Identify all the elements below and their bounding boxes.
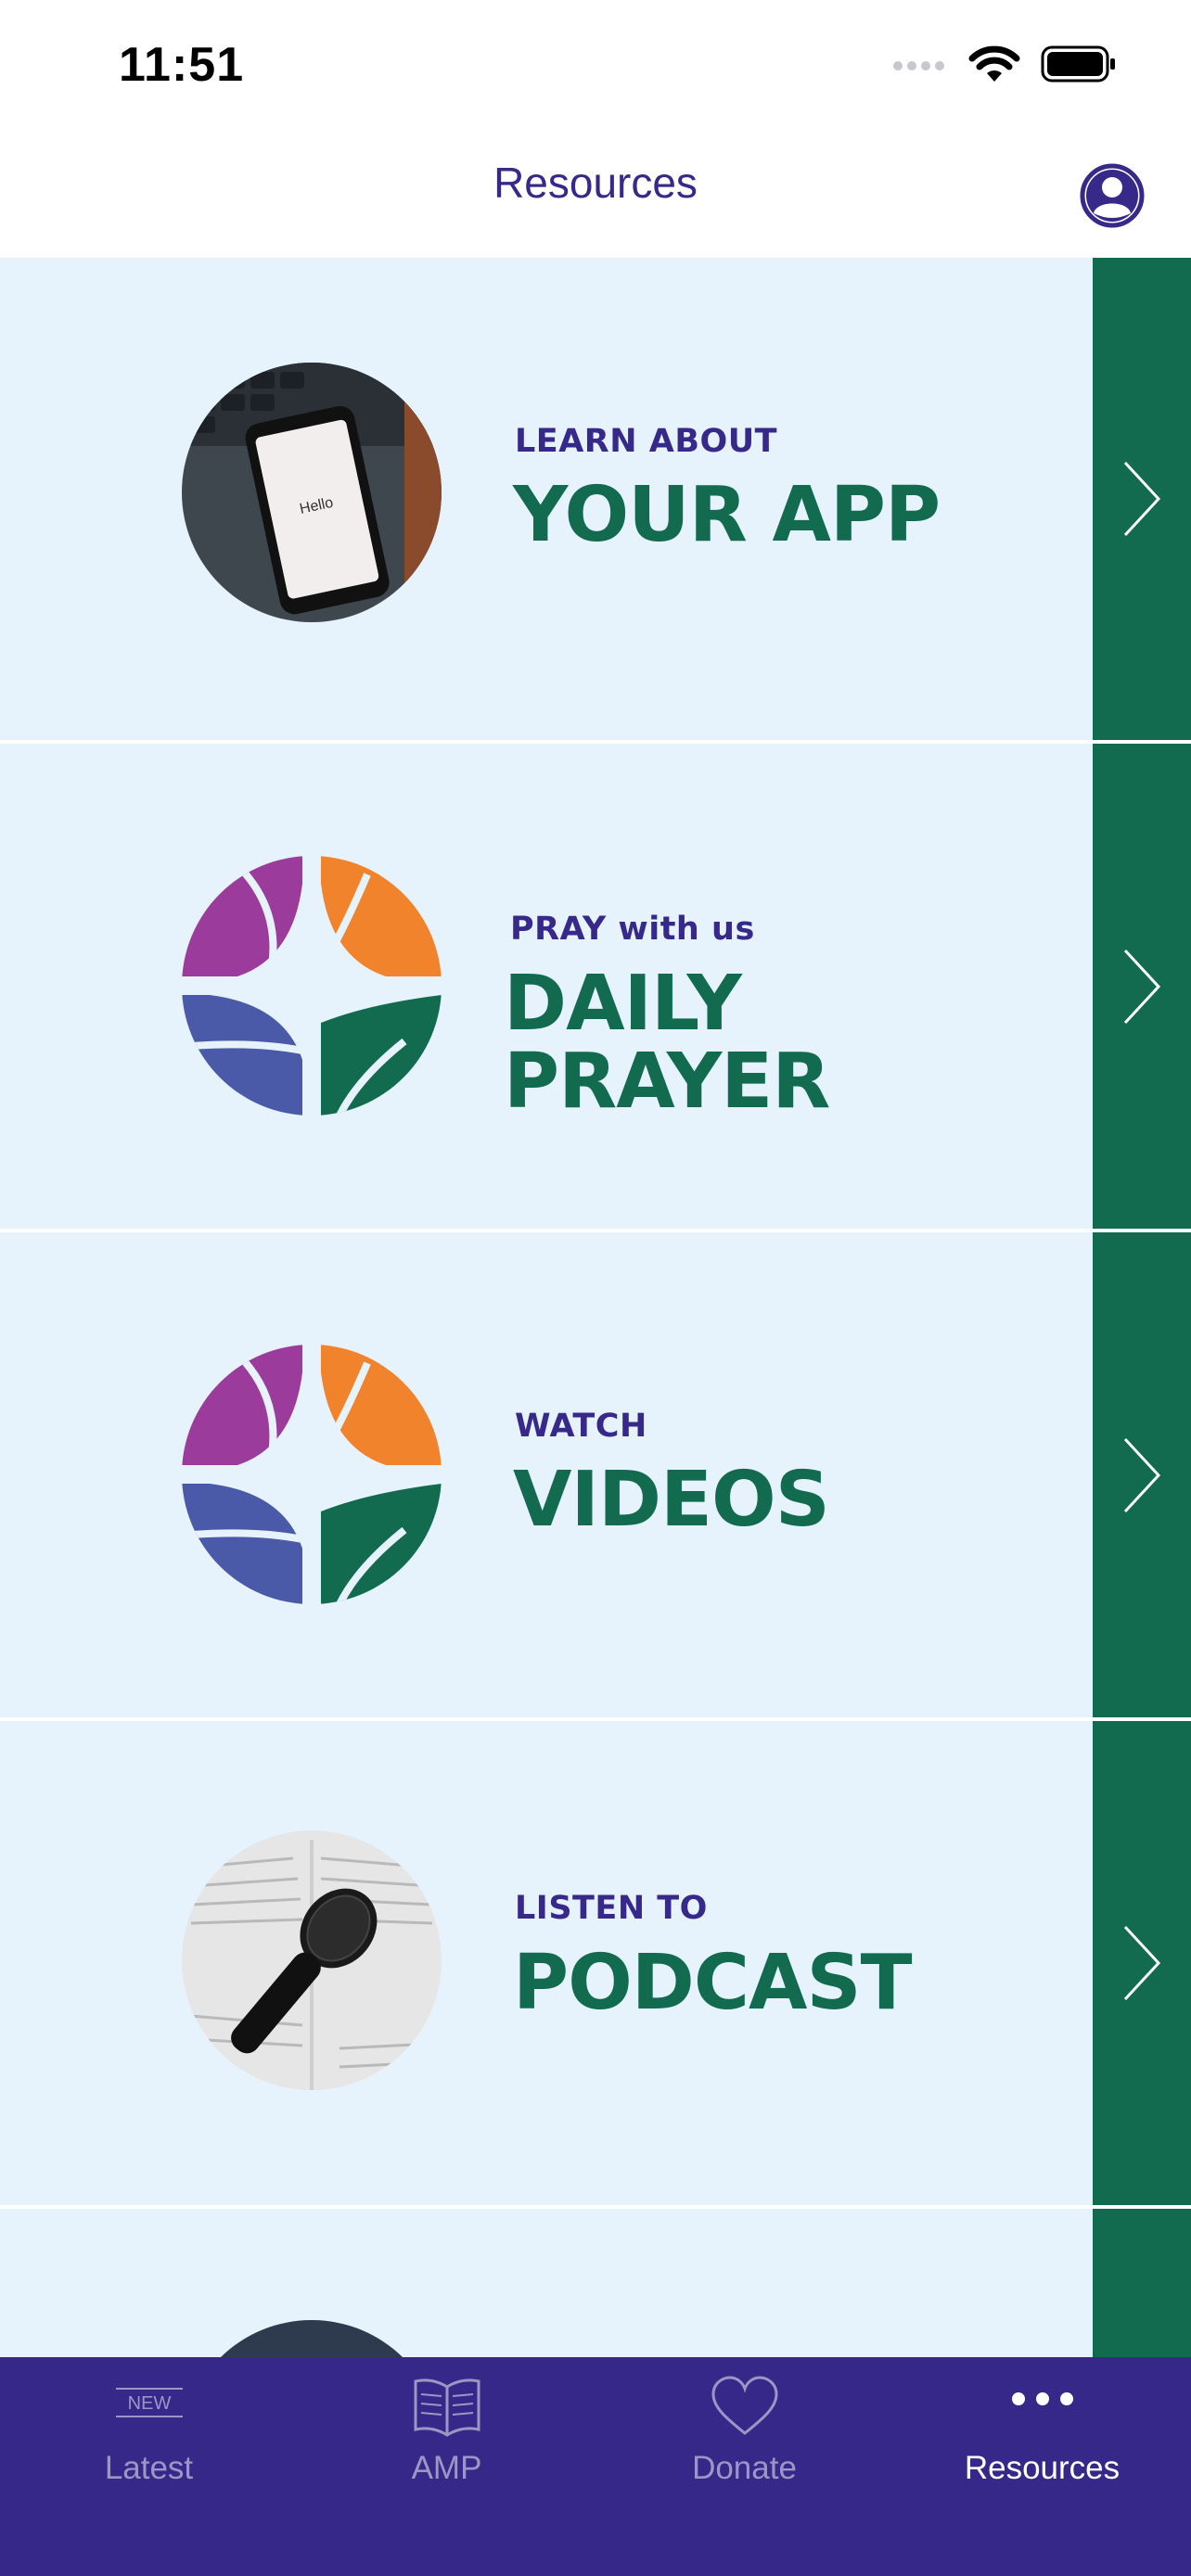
row-title-line1: DAILY [504, 960, 742, 1048]
profile-icon[interactable] [1080, 163, 1145, 228]
chevron-right-icon [1123, 949, 1161, 1024]
tab-label: Donate [692, 2450, 797, 2486]
row-daily-prayer[interactable]: PRAY with us DAILY PRAYER [0, 744, 1093, 1229]
tab-label: AMP [411, 2450, 482, 2486]
new-badge-text: NEW [127, 2393, 171, 2414]
row-arrow-videos[interactable] [1093, 1232, 1191, 1717]
signal-icon [893, 61, 944, 70]
row-title: VIDEOS [513, 1456, 830, 1544]
row-title: PODCAST [513, 1939, 913, 2027]
status-icons [892, 45, 1117, 83]
phone-photo-thumbnail: Hello [182, 363, 442, 622]
chevron-right-icon [1123, 1925, 1161, 2001]
battery-icon [1041, 45, 1115, 83]
tab-latest[interactable]: NEW Latest [0, 2357, 298, 2576]
tab-donate[interactable]: Donate [596, 2357, 893, 2576]
row-arrow-partial[interactable] [1093, 2209, 1191, 2357]
status-time: 11:51 [119, 38, 245, 92]
chevron-right-icon [1123, 1437, 1161, 1512]
wifi-icon [968, 45, 1020, 82]
tab-label: Latest [104, 2450, 194, 2486]
navigation-bar: Resources [0, 130, 1191, 258]
row-title: YOUR APP [513, 471, 941, 559]
row-podcast[interactable]: LISTEN TO PODCAST [0, 1721, 1093, 2205]
row-partial[interactable] [0, 2209, 1093, 2357]
status-bar: 11:51 [0, 0, 1191, 130]
logo-thumbnail [182, 1345, 442, 1604]
heart-icon [711, 2376, 778, 2435]
resource-list: Hello LEARN ABOUT YOUR APP PRAY with us … [0, 258, 1191, 2357]
more-icon [1011, 2392, 1073, 2405]
tab-label: Resources [964, 2450, 1121, 2486]
row-title-line2: PRAYER [504, 1038, 830, 1126]
page-title: Resources [493, 159, 698, 207]
row-pretitle: WATCH [515, 1408, 647, 1445]
logo-thumbnail [182, 856, 442, 1116]
row-videos[interactable]: WATCH VIDEOS [0, 1232, 1093, 1717]
tab-bar: NEW Latest AMP Donate Resources [0, 2357, 1191, 2576]
partial-thumbnail [182, 2320, 442, 2357]
row-arrow-your-app[interactable] [1093, 258, 1191, 740]
row-pretitle: PRAY with us [510, 911, 755, 948]
row-your-app[interactable]: Hello LEARN ABOUT YOUR APP [0, 258, 1093, 740]
tab-resources[interactable]: Resources [893, 2357, 1191, 2576]
row-pretitle: LEARN ABOUT [515, 423, 778, 460]
new-badge-icon: NEW [115, 2388, 183, 2417]
tab-amp[interactable]: AMP [298, 2357, 596, 2576]
microphone-photo-thumbnail [182, 1830, 442, 2090]
row-arrow-podcast[interactable] [1093, 1721, 1191, 2205]
row-arrow-daily-prayer[interactable] [1093, 744, 1191, 1229]
row-pretitle: LISTEN TO [515, 1890, 708, 1927]
chevron-right-icon [1123, 461, 1161, 537]
book-icon [414, 2378, 480, 2437]
